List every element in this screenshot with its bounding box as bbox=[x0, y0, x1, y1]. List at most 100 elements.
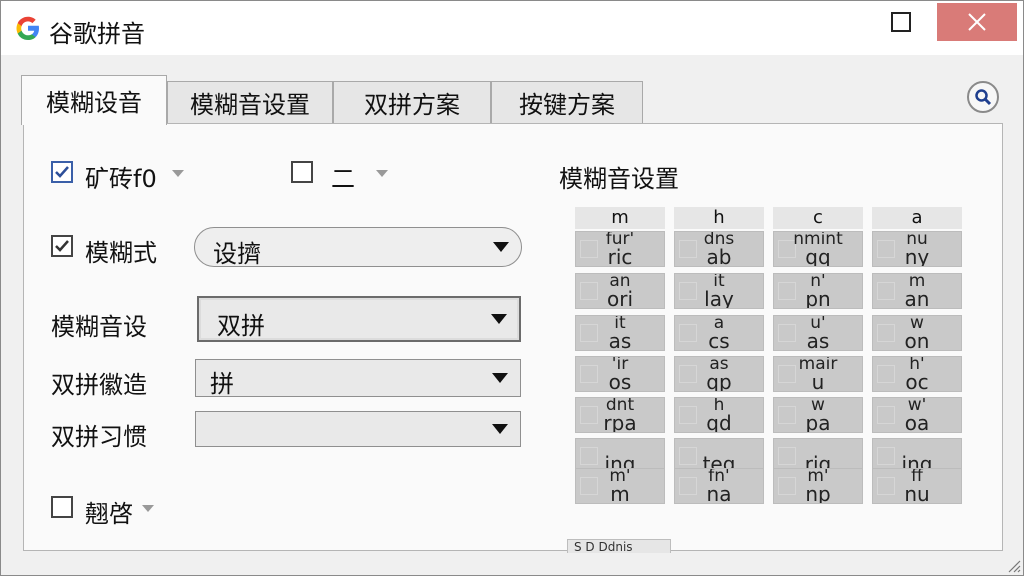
option2-dropdown-icon[interactable] bbox=[376, 170, 388, 177]
cell-bottom-text: on bbox=[904, 329, 930, 351]
search-icon bbox=[975, 89, 992, 106]
fuzzy-cell[interactable]: mair u bbox=[773, 356, 863, 392]
tab-key-scheme[interactable]: 按键方案 bbox=[491, 81, 643, 123]
tab-fuzzy-options[interactable]: 模糊设音 bbox=[21, 75, 167, 125]
cell-bottom-text: u bbox=[811, 370, 825, 392]
cell-bottom-text: pn bbox=[805, 287, 831, 309]
option3-select-value: 设擠 bbox=[213, 240, 261, 268]
maximize-button[interactable] bbox=[875, 1, 927, 43]
cell-bottom-text: oc bbox=[905, 370, 929, 392]
option4-dropdown-icon[interactable] bbox=[142, 505, 154, 512]
fuzzy-cell[interactable]: m an bbox=[872, 273, 962, 309]
fuzzy-grid-title: 模糊音设置 bbox=[559, 165, 679, 193]
title-bar[interactable]: 谷歌拼音 bbox=[1, 1, 1023, 55]
cell-bottom-text: m bbox=[610, 482, 630, 504]
option2-checkbox[interactable] bbox=[291, 161, 313, 183]
checkmark-icon bbox=[55, 166, 69, 178]
google-g-icon bbox=[16, 16, 39, 40]
tab-label: 模糊设音 bbox=[46, 89, 142, 117]
cell-bottom-text: ric bbox=[607, 245, 633, 267]
cell-bottom-text: ori bbox=[606, 287, 633, 309]
grid-header: h bbox=[674, 207, 764, 229]
fuzzy-cell[interactable]: m' m bbox=[575, 468, 665, 504]
cell-bottom-text: as bbox=[806, 329, 830, 351]
cell-bottom-text: oa bbox=[904, 411, 930, 433]
maximize-icon bbox=[891, 12, 911, 32]
fuzzy-cell[interactable]: it as bbox=[575, 315, 665, 351]
chevron-down-icon bbox=[492, 424, 508, 434]
tab-label: 模糊音设置 bbox=[190, 91, 310, 119]
cell-bottom-text: cs bbox=[708, 329, 730, 351]
cell-bottom-text: lay bbox=[704, 287, 734, 309]
fuzzy-cell[interactable]: n' pn bbox=[773, 273, 863, 309]
cell-bottom-text: nu bbox=[904, 482, 930, 504]
option3-select[interactable]: 设擠 bbox=[194, 227, 522, 268]
fuzzy-cell[interactable]: fur' ric bbox=[575, 231, 665, 267]
fuzzy-cell[interactable]: nmint qq bbox=[773, 231, 863, 267]
option3-label: 模糊式 bbox=[85, 239, 157, 267]
cell-bottom-text: np bbox=[805, 482, 831, 504]
row3-select[interactable] bbox=[195, 411, 521, 447]
cell-bottom-text: pa bbox=[805, 411, 831, 433]
fuzzy-cell[interactable]: h' oc bbox=[872, 356, 962, 392]
cell-bottom-text: an bbox=[904, 287, 930, 309]
cell-bottom-text: rpa bbox=[603, 411, 637, 433]
option1-dropdown-icon[interactable] bbox=[172, 170, 184, 177]
fuzzy-cell[interactable]: dnt rpa bbox=[575, 397, 665, 433]
option4-label: 翹啓 bbox=[85, 500, 133, 528]
cell-bottom-text: as bbox=[608, 329, 632, 351]
window-title: 谷歌拼音 bbox=[49, 20, 145, 48]
fuzzy-cell[interactable]: it lay bbox=[674, 273, 764, 309]
checkmark-icon bbox=[55, 240, 69, 252]
bottom-tab[interactable]: S D Ddnis bbox=[567, 539, 671, 553]
cell-bottom-text: qp bbox=[706, 370, 732, 392]
grid-header: m bbox=[575, 207, 665, 229]
fuzzy-cell[interactable]: w' oa bbox=[872, 397, 962, 433]
chevron-down-icon bbox=[491, 314, 507, 324]
fuzzy-cell[interactable]: u' as bbox=[773, 315, 863, 351]
fuzzy-cell[interactable]: w on bbox=[872, 315, 962, 351]
fuzzy-cell[interactable]: w pa bbox=[773, 397, 863, 433]
grid-header: a bbox=[872, 207, 962, 229]
row2-select-value: 拼 bbox=[210, 370, 234, 398]
close-button[interactable] bbox=[937, 3, 1017, 41]
cell-bottom-text: ab bbox=[706, 245, 732, 267]
row1-label: 模糊音设 bbox=[51, 313, 147, 341]
fuzzy-cell[interactable]: fn' na bbox=[674, 468, 764, 504]
cell-bottom-text: qd bbox=[706, 411, 732, 433]
tab-fuzzy-settings[interactable]: 模糊音设置 bbox=[167, 81, 333, 123]
cell-bottom-text: ny bbox=[904, 245, 930, 267]
tab-double-pinyin[interactable]: 双拼方案 bbox=[333, 81, 491, 123]
option1-checkbox[interactable] bbox=[51, 161, 73, 183]
settings-window: 谷歌拼音 模糊设音 模糊音设置 双拼方案 按键方案 矿砖f0 二 模糊式 设擠 … bbox=[0, 0, 1024, 576]
close-icon bbox=[968, 13, 986, 31]
fuzzy-cell[interactable]: m' np bbox=[773, 468, 863, 504]
option4-checkbox[interactable] bbox=[51, 496, 73, 518]
row2-select[interactable]: 拼 bbox=[195, 359, 521, 398]
row1-select[interactable]: 双拼 bbox=[197, 296, 521, 342]
option2-label: 二 bbox=[331, 165, 355, 193]
fuzzy-cell[interactable]: dns ab bbox=[674, 231, 764, 267]
row1-select-value: 双拼 bbox=[217, 312, 265, 340]
resize-grip-icon[interactable] bbox=[1005, 557, 1021, 573]
cell-bottom-text: qq bbox=[805, 245, 831, 267]
fuzzy-cell[interactable]: a cs bbox=[674, 315, 764, 351]
cell-bottom-text: na bbox=[706, 482, 732, 504]
grid-header: c bbox=[773, 207, 863, 229]
chevron-down-icon bbox=[493, 242, 509, 252]
row2-label: 双拼徽造 bbox=[51, 371, 147, 399]
fuzzy-cell[interactable]: 'ir os bbox=[575, 356, 665, 392]
tab-label: 双拼方案 bbox=[364, 91, 460, 119]
search-button[interactable] bbox=[967, 81, 999, 113]
option3-checkbox[interactable] bbox=[51, 235, 73, 257]
fuzzy-cell[interactable]: as qp bbox=[674, 356, 764, 392]
tab-label: 按键方案 bbox=[519, 91, 615, 119]
fuzzy-cell[interactable]: an ori bbox=[575, 273, 665, 309]
row3-label: 双拼习惯 bbox=[51, 423, 147, 451]
fuzzy-cell[interactable]: nu ny bbox=[872, 231, 962, 267]
cell-bottom-text: os bbox=[608, 370, 632, 392]
option1-label: 矿砖f0 bbox=[85, 165, 157, 193]
chevron-down-icon bbox=[492, 373, 508, 383]
fuzzy-cell[interactable]: h qd bbox=[674, 397, 764, 433]
fuzzy-cell[interactable]: ff nu bbox=[872, 468, 962, 504]
